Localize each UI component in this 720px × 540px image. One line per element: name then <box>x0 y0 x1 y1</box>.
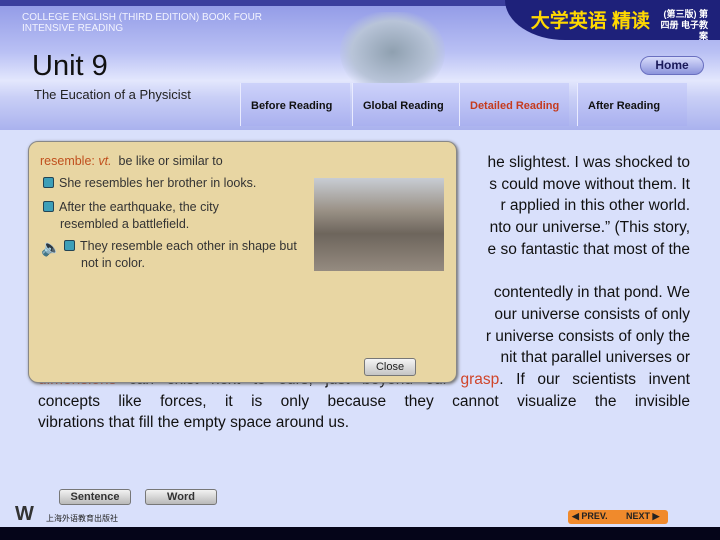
tab-after-reading[interactable]: After Reading <box>577 83 687 126</box>
earthquake-photo <box>314 178 444 271</box>
definition: resemble: vt. be like or similar to <box>40 153 223 170</box>
play-icon[interactable] <box>43 177 54 188</box>
prev-label: PREV. <box>581 511 608 521</box>
publisher-logo: W <box>15 503 34 525</box>
course-title: COLLEGE ENGLISH (THIRD EDITION) BOOK FOU… <box>22 12 263 34</box>
example-1[interactable]: She resembles her brother in looks. <box>43 175 303 192</box>
word-button[interactable]: Word <box>145 489 217 505</box>
play-icon[interactable] <box>64 240 75 251</box>
example-3[interactable]: They resemble each other in shape but no… <box>64 238 304 272</box>
headword: resemble: <box>40 154 95 168</box>
footer-band <box>0 527 720 540</box>
word-popup: resemble: vt. be like or similar to She … <box>28 141 457 383</box>
unit-title: Unit 9 <box>32 50 108 82</box>
example-text: She resembles her brother in looks. <box>59 176 257 190</box>
passage-line: concepts like forces, it is only because… <box>38 392 690 410</box>
unit-subtitle: The Eucation of a Physicist <box>34 87 191 102</box>
page-nav: ◀ PREV. NEXT ▶ <box>568 510 668 524</box>
speaker-icon[interactable]: 🔈 <box>41 238 61 258</box>
tab-before-reading[interactable]: Before Reading <box>240 83 350 126</box>
header-picture <box>340 12 445 92</box>
example-2[interactable]: After the earthquake, the city resembled… <box>43 199 273 233</box>
close-button[interactable]: Close <box>364 358 416 376</box>
keyword-grasp[interactable]: grasp <box>460 371 499 388</box>
example-text: After the earthquake, the city resembled… <box>59 200 219 231</box>
play-icon[interactable] <box>43 201 54 212</box>
tab-global-reading[interactable]: Global Reading <box>352 83 462 126</box>
prev-button[interactable]: ◀ PREV. <box>572 511 608 522</box>
home-button[interactable]: Home <box>640 56 704 75</box>
tab-detailed-reading[interactable]: Detailed Reading <box>459 83 569 126</box>
brand-subtitle: (第三版) 第四册 电子教案 <box>660 9 708 41</box>
example-text: They resemble each other in shape but no… <box>80 239 297 270</box>
passage-line: vibrations that fill the empty space aro… <box>38 414 350 432</box>
next-button[interactable]: NEXT ▶ <box>626 511 659 522</box>
publisher-name: 上海外语教育出版社 <box>46 514 118 523</box>
header: COLLEGE ENGLISH (THIRD EDITION) BOOK FOU… <box>0 0 720 130</box>
text: . If our scientists invent <box>499 370 690 388</box>
brand-logo: 大学英语 精读 (第三版) 第四册 电子教案 <box>505 0 720 41</box>
next-label: NEXT <box>626 511 651 521</box>
definition-text: be like or similar to <box>118 154 223 168</box>
sentence-button[interactable]: Sentence <box>59 489 131 505</box>
part-of-speech: vt. <box>98 154 112 168</box>
brand-title: 大学英语 精读 <box>530 11 650 32</box>
